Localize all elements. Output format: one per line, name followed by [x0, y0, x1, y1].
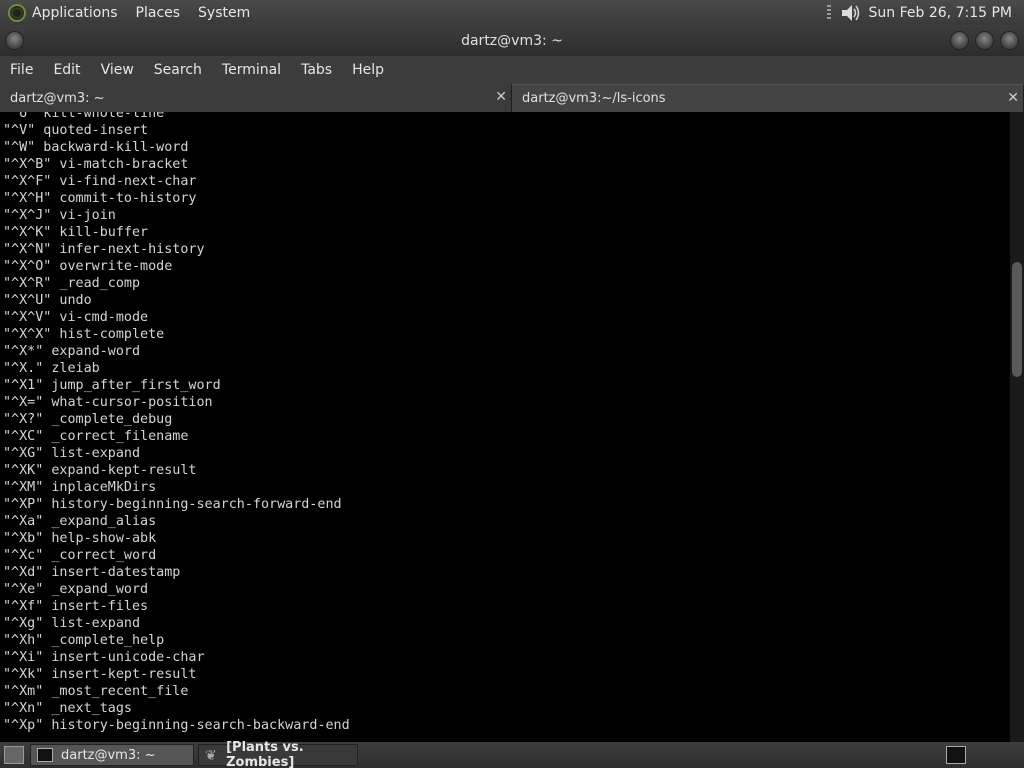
menu-terminal[interactable]: Terminal	[212, 62, 291, 78]
terminal-line: "^X^V" vi-cmd-mode	[3, 310, 149, 325]
terminal-line: "^X^B" vi-match-bracket	[3, 157, 189, 172]
terminal-line: "^Xe" _expand_word	[3, 582, 149, 597]
terminal-line: "^U" kill-whole-line	[3, 112, 165, 121]
terminal-line: "^Xi" insert-unicode-char	[3, 650, 205, 665]
terminal-line: "^X^H" commit-to-history	[3, 191, 197, 206]
maximize-button[interactable]	[975, 31, 994, 50]
menu-file[interactable]: File	[0, 62, 43, 78]
close-tab-icon[interactable]: ✕	[1007, 90, 1019, 106]
terminal-line: "^XP" history-beginning-search-forward-e…	[3, 497, 342, 512]
clock[interactable]: Sun Feb 26, 7:15 PM	[869, 5, 1012, 21]
terminal-line: "^X^O" overwrite-mode	[3, 259, 173, 274]
terminal-line: "^X^R" _read_comp	[3, 276, 141, 291]
terminal-line: "^X^J" vi-join	[3, 208, 116, 223]
menu-edit[interactable]: Edit	[43, 62, 90, 78]
tab-label: dartz@vm3:~/ls-icons	[522, 91, 666, 106]
top-panel: Applications Places System Sun Feb 26, 7…	[0, 0, 1024, 25]
task-label: [Plants vs. Zombies]	[226, 740, 304, 768]
window-menu-button[interactable]	[5, 31, 24, 50]
terminal-line: "^XK" expand-kept-result	[3, 463, 197, 478]
tab-ls-icons[interactable]: dartz@vm3:~/ls-icons ✕	[512, 84, 1024, 112]
panel-handle-icon[interactable]	[826, 4, 831, 21]
terminal-line: "^X^F" vi-find-next-char	[3, 174, 197, 189]
tab-home[interactable]: dartz@vm3: ~ ✕	[0, 84, 512, 112]
leaf-icon: ❦	[205, 748, 217, 764]
close-tab-icon[interactable]: ✕	[495, 89, 507, 105]
terminal-line: "^X." zleiab	[3, 361, 100, 376]
terminal-icon	[37, 748, 53, 762]
tab-label: dartz@vm3: ~	[10, 90, 105, 106]
scrollbar-thumb[interactable]	[1012, 262, 1022, 377]
terminal-line: "^X1" jump_after_first_word	[3, 378, 221, 393]
tab-bar: dartz@vm3: ~ ✕ dartz@vm3:~/ls-icons ✕	[0, 84, 1024, 112]
terminal-line: "^X^N" infer-next-history	[3, 242, 205, 257]
terminal-line: "^X=" what-cursor-position	[3, 395, 213, 410]
menu-places[interactable]: Places	[136, 5, 181, 21]
terminal-line: "^Xk" insert-kept-result	[3, 667, 197, 682]
bottom-taskbar: dartz@vm3: ~ ❦ [Plants vs. Zombies]	[0, 740, 1024, 768]
show-desktop-icon[interactable]	[4, 746, 24, 764]
menu-view[interactable]: View	[91, 62, 144, 78]
terminal-scrollbar[interactable]	[1010, 112, 1024, 742]
terminal-line: "^X^X" hist-complete	[3, 327, 165, 342]
close-window-button[interactable]	[1000, 31, 1019, 50]
terminal-line: "^X^K" kill-buffer	[3, 225, 149, 240]
volume-icon[interactable]	[839, 3, 861, 23]
menu-applications[interactable]: Applications	[32, 5, 118, 21]
terminal-line: "^V" quoted-insert	[3, 123, 149, 138]
window-title: dartz@vm3: ~	[461, 32, 563, 49]
terminal-line: "^Xm" _most_recent_file	[3, 684, 189, 699]
terminal-line: "^Xn" _next_tags	[3, 701, 132, 716]
terminal-line: "^X^U" undo	[3, 293, 92, 308]
terminal-line: "^XM" inplaceMkDirs	[3, 480, 157, 495]
terminal-line: "^XC" _correct_filename	[3, 429, 189, 444]
terminal-line: "^Xc" _correct_word	[3, 548, 157, 563]
terminal-output[interactable]: "^U" kill-whole-line "^V" quoted-insert "^…	[0, 112, 1010, 742]
terminal-line: "^Xp" history-beginning-search-backward-…	[3, 718, 350, 733]
terminal-line: "^XG" list-expand	[3, 446, 141, 461]
terminal-line: "^Xd" insert-datestamp	[3, 565, 181, 580]
task-label: dartz@vm3: ~	[61, 747, 156, 763]
terminal-line: "^Xf" insert-files	[3, 599, 149, 614]
tray-terminal-icon[interactable]	[946, 746, 966, 764]
terminal-line: "^Xa" _expand_alias	[3, 514, 157, 529]
menu-search[interactable]: Search	[144, 62, 212, 78]
terminal-lines: "^U" kill-whole-line "^V" quoted-insert "^…	[3, 112, 350, 734]
task-terminal[interactable]: dartz@vm3: ~	[30, 744, 194, 766]
menu-tabs[interactable]: Tabs	[291, 62, 342, 78]
terminal-line: "^X*" expand-word	[3, 344, 141, 359]
terminal-line: "^Xh" _complete_help	[3, 633, 165, 648]
window-title-bar[interactable]: dartz@vm3: ~	[0, 25, 1024, 56]
terminal-line: "^W" backward-kill-word	[3, 140, 189, 155]
terminal-line: "^Xb" help-show-abk	[3, 531, 157, 546]
menu-system[interactable]: System	[198, 5, 250, 21]
menu-bar: File Edit View Search Terminal Tabs Help	[0, 56, 1024, 84]
terminal-line: "^X?" _complete_debug	[3, 412, 173, 427]
distro-logo-icon[interactable]	[8, 3, 26, 22]
menu-help[interactable]: Help	[342, 62, 394, 78]
task-plants-vs-zombies[interactable]: ❦ [Plants vs. Zombies]	[198, 740, 358, 768]
terminal-line: "^Xg" list-expand	[3, 616, 141, 631]
minimize-button[interactable]	[950, 31, 969, 50]
